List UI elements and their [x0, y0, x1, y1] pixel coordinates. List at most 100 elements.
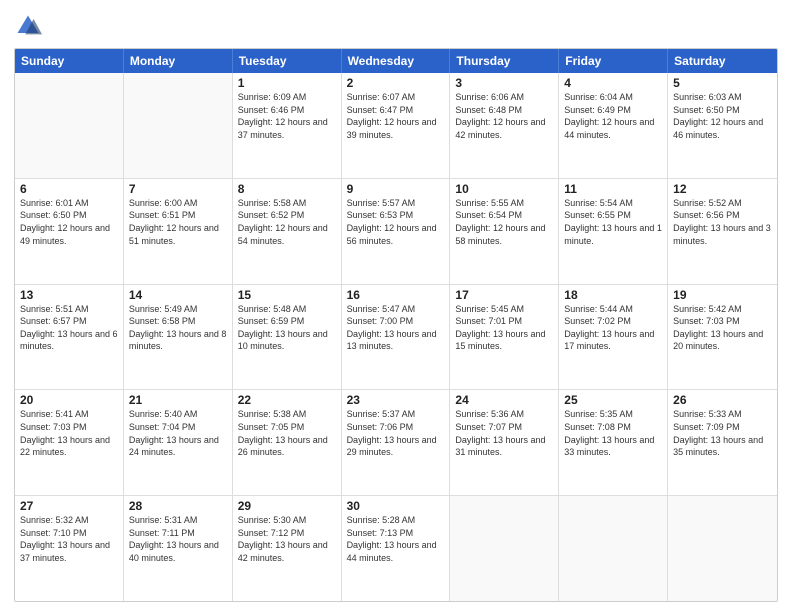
cal-cell: 21Sunrise: 5:40 AM Sunset: 7:04 PM Dayli…: [124, 390, 233, 495]
cal-cell: 11Sunrise: 5:54 AM Sunset: 6:55 PM Dayli…: [559, 179, 668, 284]
day-number: 22: [238, 393, 336, 407]
cell-info: Sunrise: 6:06 AM Sunset: 6:48 PM Dayligh…: [455, 91, 553, 141]
week-row-5: 27Sunrise: 5:32 AM Sunset: 7:10 PM Dayli…: [15, 496, 777, 601]
cal-cell: [124, 73, 233, 178]
cal-cell: 2Sunrise: 6:07 AM Sunset: 6:47 PM Daylig…: [342, 73, 451, 178]
cell-info: Sunrise: 5:36 AM Sunset: 7:07 PM Dayligh…: [455, 408, 553, 458]
cell-info: Sunrise: 6:03 AM Sunset: 6:50 PM Dayligh…: [673, 91, 772, 141]
cell-info: Sunrise: 5:31 AM Sunset: 7:11 PM Dayligh…: [129, 514, 227, 564]
day-number: 9: [347, 182, 445, 196]
cal-cell: 4Sunrise: 6:04 AM Sunset: 6:49 PM Daylig…: [559, 73, 668, 178]
day-number: 19: [673, 288, 772, 302]
cal-cell: 5Sunrise: 6:03 AM Sunset: 6:50 PM Daylig…: [668, 73, 777, 178]
day-number: 12: [673, 182, 772, 196]
header-cell-thursday: Thursday: [450, 49, 559, 73]
calendar: SundayMondayTuesdayWednesdayThursdayFrid…: [14, 48, 778, 602]
cal-cell: 25Sunrise: 5:35 AM Sunset: 7:08 PM Dayli…: [559, 390, 668, 495]
cal-cell: 26Sunrise: 5:33 AM Sunset: 7:09 PM Dayli…: [668, 390, 777, 495]
day-number: 25: [564, 393, 662, 407]
cal-cell: 17Sunrise: 5:45 AM Sunset: 7:01 PM Dayli…: [450, 285, 559, 390]
logo: [14, 12, 44, 40]
cal-cell: 13Sunrise: 5:51 AM Sunset: 6:57 PM Dayli…: [15, 285, 124, 390]
day-number: 20: [20, 393, 118, 407]
cal-cell: 6Sunrise: 6:01 AM Sunset: 6:50 PM Daylig…: [15, 179, 124, 284]
cell-info: Sunrise: 5:33 AM Sunset: 7:09 PM Dayligh…: [673, 408, 772, 458]
day-number: 30: [347, 499, 445, 513]
cell-info: Sunrise: 5:47 AM Sunset: 7:00 PM Dayligh…: [347, 303, 445, 353]
cal-cell: 8Sunrise: 5:58 AM Sunset: 6:52 PM Daylig…: [233, 179, 342, 284]
day-number: 26: [673, 393, 772, 407]
cal-cell: 29Sunrise: 5:30 AM Sunset: 7:12 PM Dayli…: [233, 496, 342, 601]
cal-cell: [450, 496, 559, 601]
cell-info: Sunrise: 5:45 AM Sunset: 7:01 PM Dayligh…: [455, 303, 553, 353]
day-number: 16: [347, 288, 445, 302]
cal-cell: [15, 73, 124, 178]
day-number: 17: [455, 288, 553, 302]
day-number: 8: [238, 182, 336, 196]
day-number: 21: [129, 393, 227, 407]
cell-info: Sunrise: 5:58 AM Sunset: 6:52 PM Dayligh…: [238, 197, 336, 247]
logo-icon: [14, 12, 42, 40]
week-row-1: 1Sunrise: 6:09 AM Sunset: 6:46 PM Daylig…: [15, 73, 777, 179]
header-cell-wednesday: Wednesday: [342, 49, 451, 73]
day-number: 13: [20, 288, 118, 302]
cell-info: Sunrise: 6:07 AM Sunset: 6:47 PM Dayligh…: [347, 91, 445, 141]
cell-info: Sunrise: 5:30 AM Sunset: 7:12 PM Dayligh…: [238, 514, 336, 564]
cal-cell: 12Sunrise: 5:52 AM Sunset: 6:56 PM Dayli…: [668, 179, 777, 284]
day-number: 28: [129, 499, 227, 513]
cal-cell: 10Sunrise: 5:55 AM Sunset: 6:54 PM Dayli…: [450, 179, 559, 284]
cal-cell: [668, 496, 777, 601]
day-number: 7: [129, 182, 227, 196]
cell-info: Sunrise: 5:35 AM Sunset: 7:08 PM Dayligh…: [564, 408, 662, 458]
cal-cell: [559, 496, 668, 601]
week-row-3: 13Sunrise: 5:51 AM Sunset: 6:57 PM Dayli…: [15, 285, 777, 391]
cell-info: Sunrise: 5:48 AM Sunset: 6:59 PM Dayligh…: [238, 303, 336, 353]
day-number: 18: [564, 288, 662, 302]
day-number: 29: [238, 499, 336, 513]
calendar-header-row: SundayMondayTuesdayWednesdayThursdayFrid…: [15, 49, 777, 73]
cell-info: Sunrise: 5:32 AM Sunset: 7:10 PM Dayligh…: [20, 514, 118, 564]
cell-info: Sunrise: 6:01 AM Sunset: 6:50 PM Dayligh…: [20, 197, 118, 247]
cal-cell: 28Sunrise: 5:31 AM Sunset: 7:11 PM Dayli…: [124, 496, 233, 601]
cell-info: Sunrise: 5:52 AM Sunset: 6:56 PM Dayligh…: [673, 197, 772, 247]
day-number: 4: [564, 76, 662, 90]
cell-info: Sunrise: 5:49 AM Sunset: 6:58 PM Dayligh…: [129, 303, 227, 353]
day-number: 14: [129, 288, 227, 302]
cell-info: Sunrise: 5:44 AM Sunset: 7:02 PM Dayligh…: [564, 303, 662, 353]
cell-info: Sunrise: 5:55 AM Sunset: 6:54 PM Dayligh…: [455, 197, 553, 247]
header-cell-sunday: Sunday: [15, 49, 124, 73]
cell-info: Sunrise: 5:42 AM Sunset: 7:03 PM Dayligh…: [673, 303, 772, 353]
cal-cell: 16Sunrise: 5:47 AM Sunset: 7:00 PM Dayli…: [342, 285, 451, 390]
cal-cell: 18Sunrise: 5:44 AM Sunset: 7:02 PM Dayli…: [559, 285, 668, 390]
day-number: 1: [238, 76, 336, 90]
header-cell-friday: Friday: [559, 49, 668, 73]
cell-info: Sunrise: 5:38 AM Sunset: 7:05 PM Dayligh…: [238, 408, 336, 458]
day-number: 27: [20, 499, 118, 513]
cal-cell: 20Sunrise: 5:41 AM Sunset: 7:03 PM Dayli…: [15, 390, 124, 495]
cell-info: Sunrise: 6:09 AM Sunset: 6:46 PM Dayligh…: [238, 91, 336, 141]
cal-cell: 19Sunrise: 5:42 AM Sunset: 7:03 PM Dayli…: [668, 285, 777, 390]
day-number: 23: [347, 393, 445, 407]
week-row-4: 20Sunrise: 5:41 AM Sunset: 7:03 PM Dayli…: [15, 390, 777, 496]
day-number: 6: [20, 182, 118, 196]
cell-info: Sunrise: 5:41 AM Sunset: 7:03 PM Dayligh…: [20, 408, 118, 458]
header-cell-saturday: Saturday: [668, 49, 777, 73]
day-number: 11: [564, 182, 662, 196]
day-number: 24: [455, 393, 553, 407]
calendar-body: 1Sunrise: 6:09 AM Sunset: 6:46 PM Daylig…: [15, 73, 777, 601]
cal-cell: 30Sunrise: 5:28 AM Sunset: 7:13 PM Dayli…: [342, 496, 451, 601]
cal-cell: 7Sunrise: 6:00 AM Sunset: 6:51 PM Daylig…: [124, 179, 233, 284]
cal-cell: 27Sunrise: 5:32 AM Sunset: 7:10 PM Dayli…: [15, 496, 124, 601]
header-cell-monday: Monday: [124, 49, 233, 73]
page: SundayMondayTuesdayWednesdayThursdayFrid…: [0, 0, 792, 612]
week-row-2: 6Sunrise: 6:01 AM Sunset: 6:50 PM Daylig…: [15, 179, 777, 285]
cell-info: Sunrise: 6:04 AM Sunset: 6:49 PM Dayligh…: [564, 91, 662, 141]
cal-cell: 23Sunrise: 5:37 AM Sunset: 7:06 PM Dayli…: [342, 390, 451, 495]
cal-cell: 14Sunrise: 5:49 AM Sunset: 6:58 PM Dayli…: [124, 285, 233, 390]
cell-info: Sunrise: 5:54 AM Sunset: 6:55 PM Dayligh…: [564, 197, 662, 247]
cal-cell: 1Sunrise: 6:09 AM Sunset: 6:46 PM Daylig…: [233, 73, 342, 178]
cal-cell: 3Sunrise: 6:06 AM Sunset: 6:48 PM Daylig…: [450, 73, 559, 178]
day-number: 15: [238, 288, 336, 302]
cell-info: Sunrise: 6:00 AM Sunset: 6:51 PM Dayligh…: [129, 197, 227, 247]
cell-info: Sunrise: 5:57 AM Sunset: 6:53 PM Dayligh…: [347, 197, 445, 247]
